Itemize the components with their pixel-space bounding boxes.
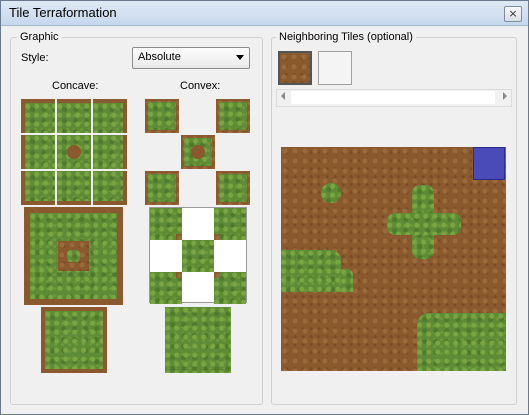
dirt-spot: [165, 307, 181, 323]
concave-tile[interactable]: [57, 135, 91, 169]
convex-tile[interactable]: [216, 99, 250, 133]
chevron-down-icon: [236, 55, 244, 60]
neighboring-tiles-label: Neighboring Tiles (optional): [276, 31, 416, 43]
concave-preview-center: [67, 250, 80, 262]
grass-corner: [148, 102, 176, 130]
close-button[interactable]: ×: [504, 6, 522, 22]
concave-tile[interactable]: [93, 99, 127, 133]
selection-cursor[interactable]: [473, 147, 505, 180]
grass-patch: [281, 250, 341, 292]
neighbor-tile-dirt[interactable]: [278, 51, 312, 85]
concave-label: Concave:: [52, 80, 99, 92]
style-label: Style:: [21, 52, 49, 64]
neighbor-scrollbar[interactable]: [276, 89, 512, 107]
grass-patch: [321, 183, 341, 203]
preview-corner: [214, 272, 220, 278]
dirt-spot: [191, 145, 205, 159]
grass-patch: [417, 313, 506, 371]
grass-corner: [219, 102, 247, 130]
concave-tile[interactable]: [57, 99, 91, 133]
convex-tile[interactable]: [145, 99, 179, 133]
window-title: Tile Terraformation: [9, 5, 117, 20]
tile-terraformation-window: Tile Terraformation × Graphic Style: Abs…: [0, 0, 529, 415]
preview-corner: [176, 272, 182, 278]
concave-tile[interactable]: [21, 99, 55, 133]
neighbor-tile-empty[interactable]: [318, 51, 352, 85]
convex-preview: [149, 207, 247, 304]
scrollbar-thumb[interactable]: [291, 91, 495, 104]
scroll-left-icon[interactable]: [281, 92, 285, 100]
convex-label: Convex:: [180, 80, 221, 92]
concave-single-tile[interactable]: [41, 307, 107, 373]
terrain-map-preview[interactable]: [281, 147, 506, 371]
style-dropdown-value: Absolute: [138, 51, 181, 63]
dirt-spot: [182, 240, 194, 252]
grass-corner: [184, 138, 212, 166]
concave-preview: [24, 207, 123, 305]
grass-patch: [387, 213, 461, 235]
convex-single-tile[interactable]: [165, 307, 231, 373]
dirt-spot: [67, 145, 81, 159]
grass-patch: [341, 269, 353, 292]
graphic-group-label: Graphic: [17, 31, 62, 43]
concave-tile[interactable]: [93, 135, 127, 169]
convex-tile[interactable]: [216, 171, 250, 205]
preview-cell: [182, 240, 214, 272]
style-dropdown[interactable]: Absolute: [132, 47, 250, 69]
convex-tile[interactable]: [181, 135, 215, 169]
scroll-right-icon[interactable]: [503, 92, 507, 100]
convex-tile[interactable]: [145, 171, 179, 205]
title-bar[interactable]: Tile Terraformation ×: [1, 1, 528, 26]
concave-tile[interactable]: [93, 171, 127, 205]
grass-corner: [219, 174, 247, 202]
preview-corner: [214, 234, 220, 240]
grass-corner: [148, 174, 176, 202]
concave-tile[interactable]: [21, 171, 55, 205]
concave-tile[interactable]: [57, 171, 91, 205]
preview-corner: [176, 234, 182, 240]
concave-tile[interactable]: [21, 135, 55, 169]
concave-preview-hole: [58, 241, 89, 271]
